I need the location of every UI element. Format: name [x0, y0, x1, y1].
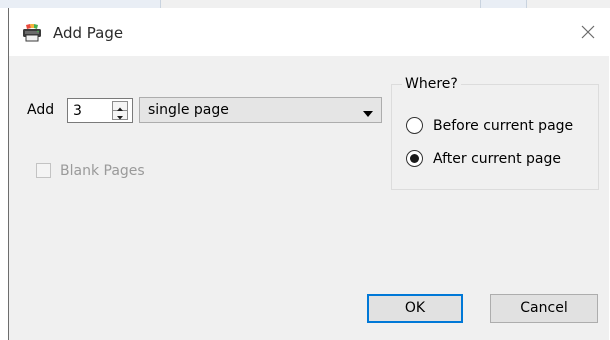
spin-buttons [112, 101, 128, 120]
blank-pages-checkbox[interactable] [36, 163, 51, 178]
where-groupbox: Where? Before current page After current… [391, 75, 599, 190]
before-current-page-label: Before current page [433, 118, 574, 134]
add-page-dialog: Add Page Add 3 single page Blank Pages W… [8, 8, 610, 340]
background-tab-strip [0, 0, 161, 8]
blank-pages-label: Blank Pages [60, 163, 145, 179]
title-bar: Add Page [9, 8, 610, 56]
add-label: Add [27, 102, 55, 118]
after-current-page-label: After current page [433, 151, 561, 167]
before-current-page-radio[interactable] [406, 117, 423, 134]
close-icon[interactable] [577, 21, 599, 43]
page-count-value[interactable]: 3 [73, 102, 82, 120]
radio-selected-dot [410, 154, 419, 163]
background-tab-strip [480, 0, 527, 8]
after-current-page-radio[interactable] [406, 150, 423, 167]
page-type-select[interactable]: single page [139, 97, 382, 123]
printer-app-icon [21, 23, 43, 43]
spin-up-icon[interactable] [113, 102, 127, 111]
spin-down-icon[interactable] [113, 111, 127, 120]
chevron-down-icon [363, 107, 373, 117]
cancel-button[interactable]: Cancel [490, 294, 598, 323]
where-title: Where? [402, 75, 461, 93]
page-type-value: single page [148, 102, 229, 118]
dialog-title: Add Page [53, 24, 124, 42]
page-count-spinner[interactable]: 3 [67, 98, 133, 123]
background-window-strip [0, 0, 610, 8]
ok-button[interactable]: OK [367, 294, 463, 323]
